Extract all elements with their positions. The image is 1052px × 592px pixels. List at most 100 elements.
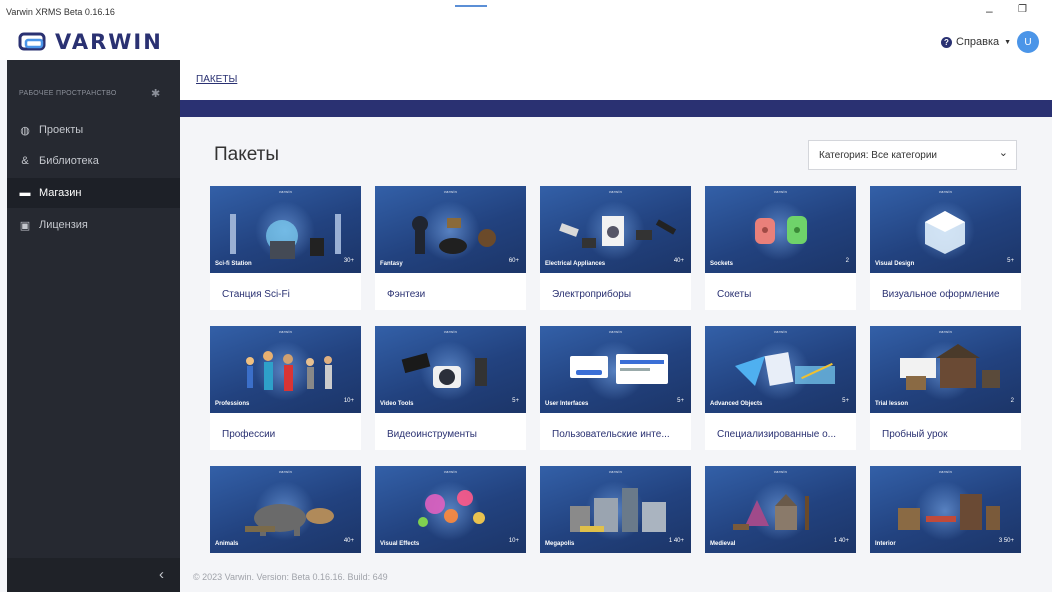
globe-icon: ◍	[20, 124, 30, 137]
package-illustration	[559, 216, 677, 248]
package-card[interactable]: varwin Medieval 1 40+	[705, 466, 856, 553]
package-thumbnail: varwin Fantasy 60+	[375, 186, 526, 273]
sidebar-item-store[interactable]: ▬ Магазин	[7, 178, 180, 208]
sidebar-item-label: Магазин	[39, 187, 82, 199]
chevron-down-icon: ⌄	[998, 147, 1008, 159]
thumbnail-brand: varwin	[938, 189, 953, 194]
package-thumbnail: varwin Interior 3 50+	[870, 466, 1021, 553]
chevron-left-icon[interactable]: ‹	[159, 566, 164, 583]
thumbnail-brand: varwin	[443, 329, 458, 334]
user-avatar[interactable]: U	[1017, 31, 1039, 53]
package-title: Пробный урок	[882, 429, 948, 440]
window-title: Varwin XRMS Beta 0.16.16	[6, 7, 115, 17]
varwin-logo[interactable]: VARWIN	[18, 28, 163, 56]
package-thumbnail: varwin Megapolis 1 40+	[540, 466, 691, 553]
breadcrumb[interactable]: ПАКЕТЫ	[196, 74, 237, 85]
sidebar-item-label: Лицензия	[39, 219, 88, 231]
thumbnail-brand: varwin	[938, 329, 953, 334]
package-card[interactable]: varwin Electrical Appliances 40+ Электропри…	[540, 186, 691, 310]
package-title: Профессии	[222, 429, 276, 440]
thumbnail-count: 1 40+	[668, 538, 684, 544]
thumbnail-tag: Medieval	[710, 541, 736, 547]
package-card[interactable]: varwin Advanced Objects 5+ Специализированн…	[705, 326, 856, 450]
restore-button[interactable]: ❐	[1018, 4, 1027, 15]
package-title: Специализированные о...	[717, 429, 837, 440]
sidebar-footer: ‹	[7, 558, 180, 592]
gear-icon[interactable]: ✱	[151, 87, 160, 100]
package-illustration	[245, 504, 334, 536]
sidebar-item-label: Проекты	[39, 124, 84, 136]
window-titlebar: Varwin XRMS Beta 0.16.16 – ❐	[0, 0, 1052, 24]
thumbnail-count: 5+	[842, 398, 849, 404]
package-illustration	[925, 211, 965, 254]
package-title: Станция Sci-Fi	[222, 289, 290, 300]
thumbnail-tag: Visual Design	[875, 261, 915, 267]
thumbnail-tag: Megapolis	[545, 541, 575, 547]
package-thumbnail: varwin Sci-fi Station 30+	[210, 186, 361, 273]
app-header: VARWIN ? Справка ▼ U	[0, 24, 1052, 60]
thumbnail-count: 3 50+	[998, 538, 1014, 544]
package-card[interactable]: varwin Sockets 2 Сокеты	[705, 186, 856, 310]
thumbnail-brand: varwin	[278, 189, 293, 194]
package-card[interactable]: varwin Video Tools 5+ Видеоинструменты	[375, 326, 526, 450]
package-illustration	[735, 352, 835, 386]
caret-down-icon: ▼	[1004, 38, 1012, 46]
package-thumbnail: varwin Visual Design 5+	[870, 186, 1021, 273]
thumbnail-brand: varwin	[773, 469, 788, 474]
thumbnail-tag: Trial lesson	[875, 401, 909, 407]
package-card[interactable]: varwin User Interfaces 5+ Пользовательские …	[540, 326, 691, 450]
package-illustration	[570, 354, 668, 384]
help-label: Справка	[956, 36, 1000, 48]
thumbnail-tag: Animals	[215, 541, 239, 547]
sidebar-item-license[interactable]: ▣ Лицензия	[7, 210, 180, 240]
thumbnail-brand: varwin	[608, 469, 623, 474]
minimize-button[interactable]: –	[986, 4, 993, 18]
package-thumbnail: varwin Sockets 2	[705, 186, 856, 273]
thumbnail-count: 40+	[673, 258, 684, 264]
thumbnail-count: 5+	[1007, 258, 1014, 264]
package-title: Видеоинструменты	[387, 429, 477, 440]
question-circle-icon: ?	[941, 36, 952, 48]
thumbnail-brand: varwin	[608, 189, 623, 194]
package-card[interactable]: varwin Fantasy 60+ Фэнтези	[375, 186, 526, 310]
workspace-label: РАБОЧЕЕ ПРОСТРАНСТВО	[19, 90, 117, 97]
package-illustration	[412, 216, 496, 254]
package-thumbnail: varwin User Interfaces 5+	[540, 326, 691, 413]
footer-version: © 2023 Varwin. Version: Beta 0.16.16. Bu…	[193, 572, 388, 582]
package-card[interactable]: varwin Interior 3 50+	[870, 466, 1021, 553]
thumbnail-count: 2	[845, 258, 849, 264]
license-icon: ▣	[19, 219, 31, 232]
help-menu[interactable]: ? Справка ▼	[941, 36, 1011, 48]
thumbnail-count: 30+	[343, 258, 354, 264]
package-card[interactable]: varwin Visual Design 5+ Визуальное оформлен…	[870, 186, 1021, 310]
package-card[interactable]: varwin Megapolis 1 40+	[540, 466, 691, 553]
thumbnail-tag: Visual Effects	[380, 541, 420, 547]
thumbnail-count: 10+	[508, 538, 519, 544]
thumbnail-count: 10+	[343, 398, 354, 404]
package-thumbnail: varwin Trial lesson 2	[870, 326, 1021, 413]
package-illustration	[418, 490, 485, 527]
package-card[interactable]: varwin Professions 10+ Профессии	[210, 326, 361, 450]
thumbnail-tag: Sci-fi Station	[215, 261, 252, 267]
thumbnail-brand: varwin	[443, 189, 458, 194]
package-card[interactable]: varwin Visual Effects 10+	[375, 466, 526, 553]
package-illustration	[900, 344, 1000, 390]
sidebar-item-label: Библиотека	[39, 155, 99, 167]
sidebar-item-projects[interactable]: ◍ Проекты	[7, 115, 180, 145]
package-thumbnail: varwin Medieval 1 40+	[705, 466, 856, 553]
package-card[interactable]: varwin Animals 40+	[210, 466, 361, 553]
package-card[interactable]: varwin Trial lesson 2 Пробный урок	[870, 326, 1021, 450]
thumbnail-tag: Interior	[875, 541, 896, 547]
accent-bar	[180, 100, 1052, 117]
package-thumbnail: varwin Professions 10+	[210, 326, 361, 413]
thumbnail-tag: Advanced Objects	[710, 401, 763, 407]
package-title: Сокеты	[717, 289, 752, 300]
sidebar-item-library[interactable]: & Библиотека	[7, 146, 180, 176]
thumbnail-tag: Electrical Appliances	[545, 261, 606, 267]
package-thumbnail: varwin Video Tools 5+	[375, 326, 526, 413]
thumbnail-count: 60+	[508, 258, 519, 264]
category-select[interactable]: Категория: Все категории ⌄	[808, 140, 1017, 170]
package-illustration	[755, 216, 807, 244]
package-card[interactable]: varwin Sci-fi Station 30+ Станция Sci-Fi	[210, 186, 361, 310]
thumbnail-brand: varwin	[278, 469, 293, 474]
